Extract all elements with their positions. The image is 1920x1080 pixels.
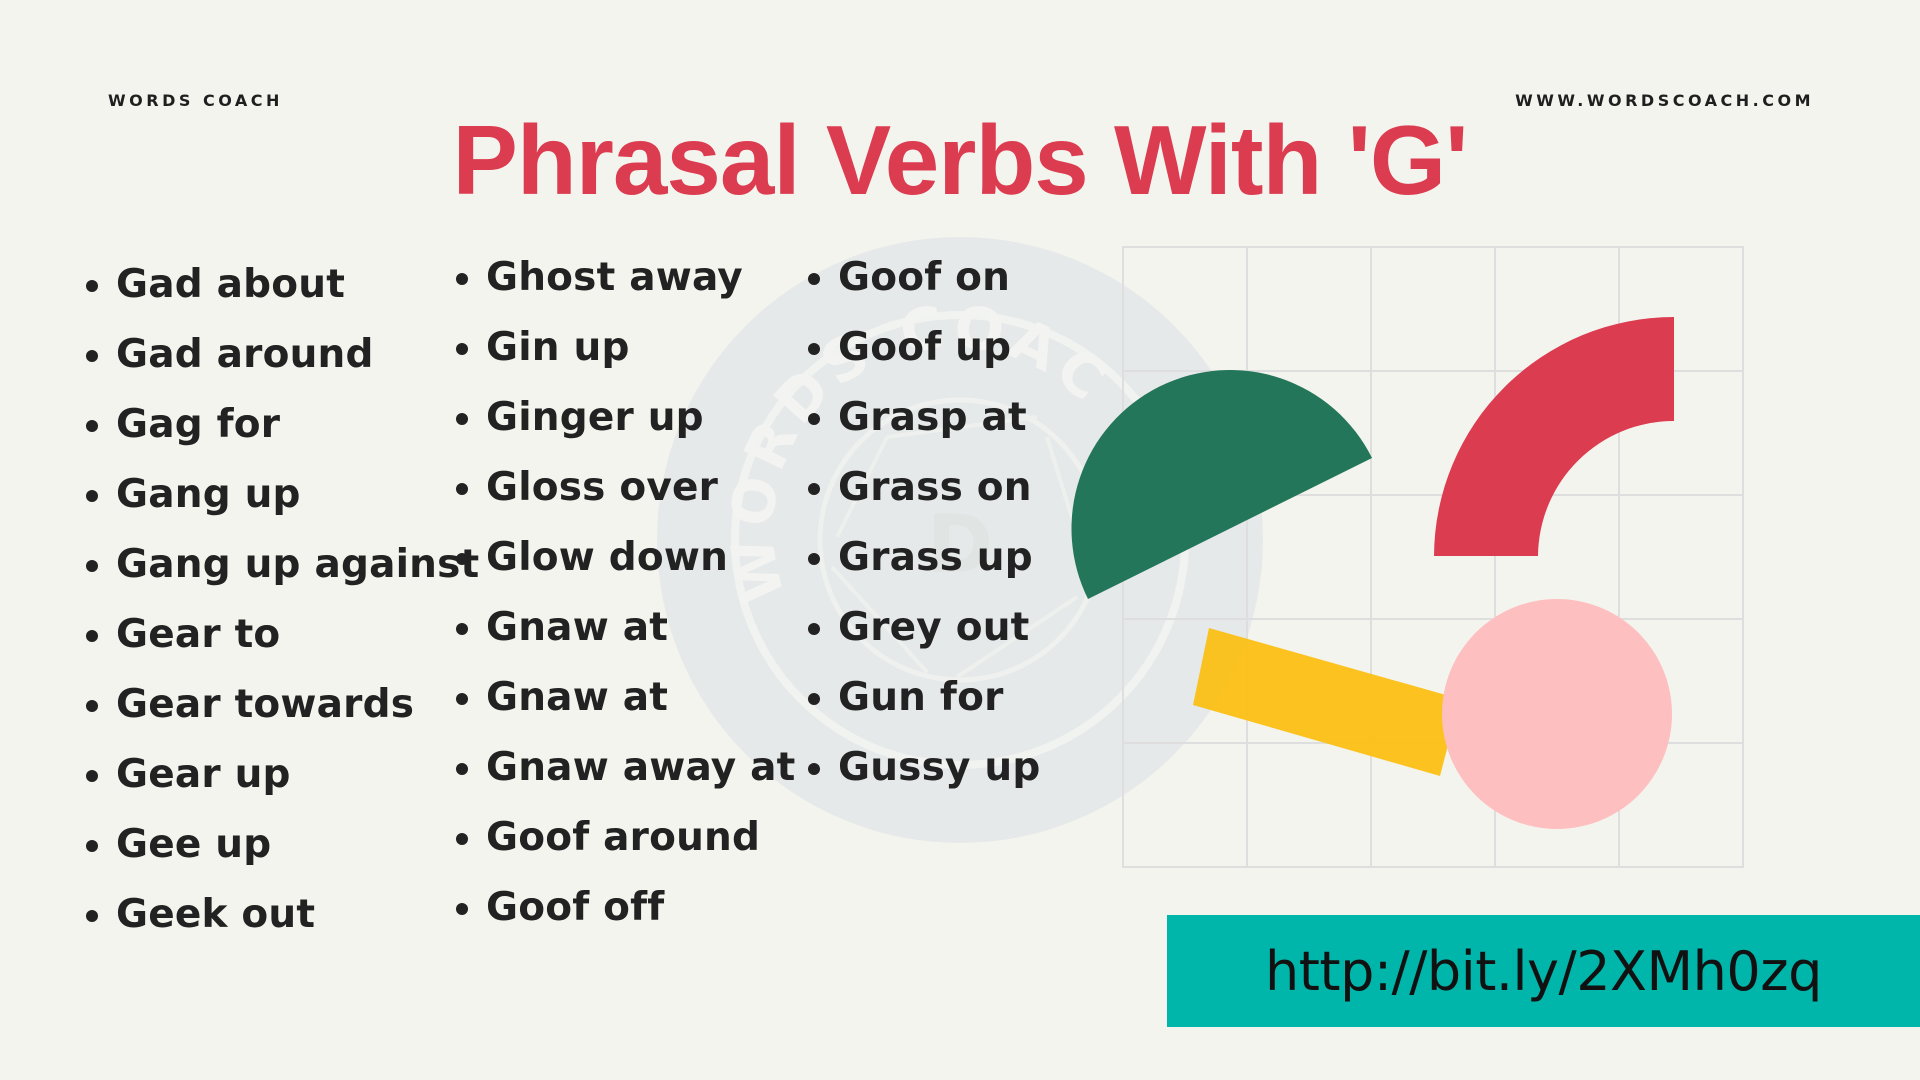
- phrasal-verb: Goof up: [838, 325, 1012, 370]
- list-item: Gad about: [86, 250, 479, 320]
- list-item: Grasp at: [808, 383, 1040, 453]
- bullet-icon: [808, 553, 820, 565]
- phrasal-verb: Gnaw at: [486, 675, 669, 720]
- bullet-icon: [808, 623, 820, 635]
- bullet-icon: [86, 910, 98, 922]
- list-item: Gang up against: [86, 530, 479, 600]
- list-item: Gnaw away at: [456, 733, 796, 803]
- verb-list-column-3: Goof on Goof up Grasp at Grass on Grass up Gr…: [808, 243, 1040, 803]
- list-item: Gnaw at: [456, 593, 796, 663]
- green-half-circle-shape: [1071, 370, 1372, 599]
- pink-circle-shape: [1442, 599, 1672, 829]
- yellow-bar-shape: [1193, 628, 1460, 776]
- phrasal-verb: Gad about: [116, 262, 346, 307]
- bullet-icon: [456, 903, 468, 915]
- decorative-art: [1071, 246, 1744, 868]
- list-item: Goof around: [456, 803, 796, 873]
- phrasal-verb: Gang up: [116, 472, 301, 517]
- bullet-icon: [456, 623, 468, 635]
- list-item: Grey out: [808, 593, 1040, 663]
- phrasal-verb: Ghost away: [486, 255, 743, 300]
- phrasal-verb: Glow down: [486, 535, 729, 580]
- phrasal-verb: Goof around: [486, 815, 761, 860]
- bullet-icon: [86, 280, 98, 292]
- phrasal-verb: Gear up: [116, 752, 291, 797]
- short-link[interactable]: http://bit.ly/2XMh0zq: [1265, 940, 1822, 1003]
- list-item: Gin up: [456, 313, 796, 383]
- list-item: Geek out: [86, 880, 479, 950]
- bullet-icon: [456, 833, 468, 845]
- bullet-icon: [86, 420, 98, 432]
- phrasal-verb: Gnaw away at: [486, 745, 796, 790]
- bullet-icon: [86, 700, 98, 712]
- list-item: Goof on: [808, 243, 1040, 313]
- list-item: Glow down: [456, 523, 796, 593]
- phrasal-verb: Gee up: [116, 822, 272, 867]
- link-banner: http://bit.ly/2XMh0zq: [1167, 915, 1920, 1027]
- phrasal-verb: Geek out: [116, 892, 316, 937]
- list-item: Gear towards: [86, 670, 479, 740]
- list-item: Goof off: [456, 873, 796, 943]
- bullet-icon: [86, 350, 98, 362]
- list-item: Goof up: [808, 313, 1040, 383]
- page-title: Phrasal Verbs With 'G': [452, 105, 1469, 215]
- phrasal-verb: Grey out: [838, 605, 1030, 650]
- list-item: Gag for: [86, 390, 479, 460]
- phrasal-verb: Gad around: [116, 332, 374, 377]
- bullet-icon: [808, 693, 820, 705]
- bullet-icon: [456, 483, 468, 495]
- bullet-icon: [808, 273, 820, 285]
- list-item: Grass up: [808, 523, 1040, 593]
- list-item: Gnaw at: [456, 663, 796, 733]
- phrasal-verb: Gun for: [838, 675, 1004, 720]
- list-item: Ginger up: [456, 383, 796, 453]
- list-item: Grass on: [808, 453, 1040, 523]
- bullet-icon: [456, 343, 468, 355]
- bullet-icon: [456, 693, 468, 705]
- phrasal-verb: Grass up: [838, 535, 1033, 580]
- bullet-icon: [808, 483, 820, 495]
- phrasal-verb: Gang up against: [116, 542, 480, 587]
- phrasal-verb: Grasp at: [838, 395, 1027, 440]
- phrasal-verb: Gear towards: [116, 682, 415, 727]
- list-item: Gear to: [86, 600, 479, 670]
- bullet-icon: [808, 763, 820, 775]
- verb-list-column-1: Gad about Gad around Gag for Gang up Gang up…: [86, 250, 479, 950]
- phrasal-verb: Goof off: [486, 885, 665, 930]
- bullet-icon: [86, 770, 98, 782]
- phrasal-verb: Gussy up: [838, 745, 1041, 790]
- phrasal-verb: Goof on: [838, 255, 1011, 300]
- bullet-icon: [456, 553, 468, 565]
- bullet-icon: [456, 273, 468, 285]
- verb-list-column-2: Ghost away Gin up Ginger up Gloss over Glow …: [456, 243, 796, 943]
- phrasal-verb: Gnaw at: [486, 605, 669, 650]
- phrasal-verb: Gin up: [486, 325, 630, 370]
- bullet-icon: [456, 413, 468, 425]
- phrasal-verb: Grass on: [838, 465, 1032, 510]
- phrasal-verb: Ginger up: [486, 395, 704, 440]
- phrasal-verb: Gag for: [116, 402, 281, 447]
- bullet-icon: [86, 630, 98, 642]
- bullet-icon: [86, 560, 98, 572]
- list-item: Ghost away: [456, 243, 796, 313]
- bullet-icon: [456, 763, 468, 775]
- bullet-icon: [808, 413, 820, 425]
- list-item: Gang up: [86, 460, 479, 530]
- list-item: Gloss over: [456, 453, 796, 523]
- bullet-icon: [86, 840, 98, 852]
- list-item: Gear up: [86, 740, 479, 810]
- bullet-icon: [808, 343, 820, 355]
- bullet-icon: [86, 490, 98, 502]
- list-item: Gussy up: [808, 733, 1040, 803]
- phrasal-verb: Gear to: [116, 612, 281, 657]
- list-item: Gad around: [86, 320, 479, 390]
- phrasal-verb: Gloss over: [486, 465, 719, 510]
- list-item: Gee up: [86, 810, 479, 880]
- red-arc-shape: [1434, 317, 1674, 556]
- list-item: Gun for: [808, 663, 1040, 733]
